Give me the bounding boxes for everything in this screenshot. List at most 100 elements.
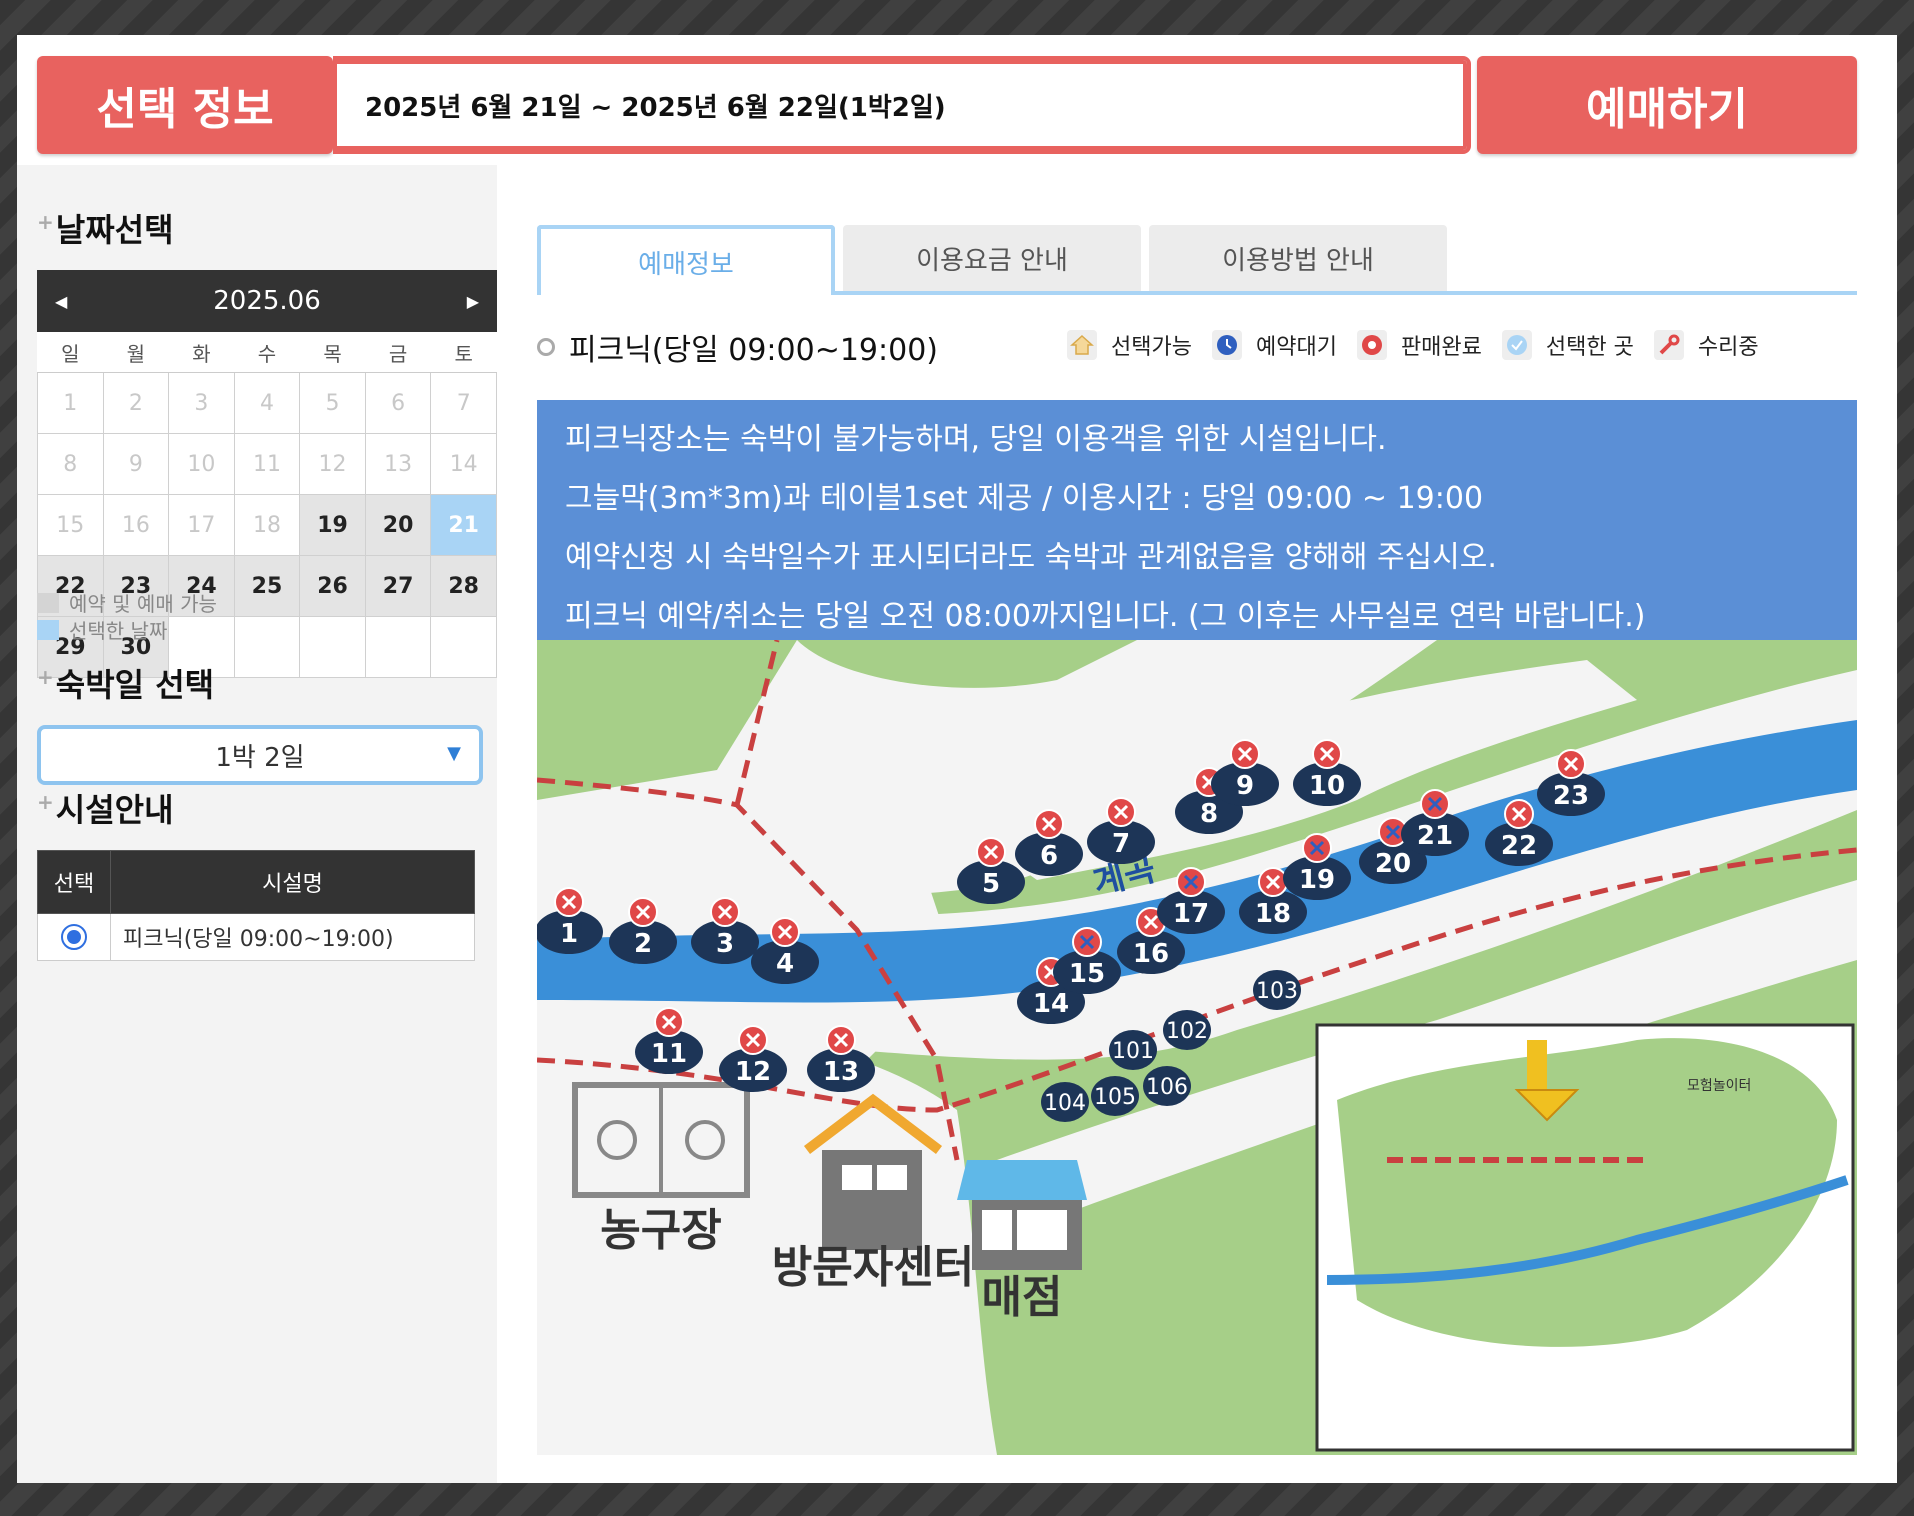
legend-selected-status: 선택한 곳 xyxy=(1501,329,1634,361)
calendar-day[interactable]: 26 xyxy=(299,555,366,617)
facility-col-name: 시설명 xyxy=(110,850,475,914)
legend-waiting-status: 예약대기 xyxy=(1211,329,1337,361)
wrench-icon xyxy=(1653,330,1684,360)
status-legend: 선택가능 예약대기 판매완료 선택한 곳 수리중 xyxy=(1067,329,1779,361)
site-number: 6 xyxy=(1040,841,1058,871)
calendar-day[interactable]: 28 xyxy=(430,555,497,617)
calendar-day: 2 xyxy=(102,372,170,434)
site-number: 2 xyxy=(634,929,652,959)
nights-select[interactable]: 1박 2일 ▼ xyxy=(37,725,483,785)
site-number: 18 xyxy=(1255,899,1291,929)
svg-text:106: 106 xyxy=(1146,1075,1188,1100)
calendar-day: 17 xyxy=(168,494,235,556)
tab-fee-guide[interactable]: 이용요금 안내 xyxy=(843,225,1141,291)
legend-available: 예약 및 예매 가능 xyxy=(37,588,217,617)
facility-radio[interactable] xyxy=(61,924,87,950)
svg-text:102: 102 xyxy=(1166,1019,1208,1044)
site-number: 22 xyxy=(1501,831,1537,861)
site-number: 10 xyxy=(1309,771,1345,801)
site-number: 15 xyxy=(1069,959,1105,989)
calendar-day: 10 xyxy=(168,433,235,495)
weekday-header: 토 xyxy=(430,332,497,373)
site-number: 3 xyxy=(716,929,734,959)
facility-name: 피크닉(당일 09:00~19:00) xyxy=(110,913,475,961)
calendar-day: 18 xyxy=(233,494,301,556)
clock-icon xyxy=(1211,330,1242,360)
svg-text:모험놀이터: 모험놀이터 xyxy=(1687,1078,1751,1094)
picnic-site-23[interactable]: 23 xyxy=(1537,749,1605,816)
nights-section-title: +숙박일 선택 xyxy=(37,665,215,704)
legend-repair-status: 수리중 xyxy=(1653,329,1759,361)
calendar-day: 16 xyxy=(102,494,170,556)
site-number: 8 xyxy=(1200,799,1218,829)
calendar-day: 12 xyxy=(299,433,366,495)
site-number: 14 xyxy=(1033,989,1069,1019)
notice-line: 예약신청 시 숙박일수가 표시되더라도 숙박과 관계없음을 양해해 주십시오. xyxy=(565,540,1497,575)
tab-usage-guide[interactable]: 이용방법 안내 xyxy=(1149,225,1447,291)
facility-col-select: 선택 xyxy=(37,850,111,914)
calendar-day: 13 xyxy=(364,433,432,495)
selection-info-label: 선택 정보 xyxy=(37,56,333,154)
weekday-header: 금 xyxy=(365,332,431,373)
inset-map: 모험놀이터 xyxy=(1315,1023,1855,1452)
prev-month-icon[interactable]: ◀ xyxy=(55,292,67,311)
svg-text:농구장: 농구장 xyxy=(600,1205,721,1256)
legend-available-swatch xyxy=(37,592,59,613)
site-number: 23 xyxy=(1553,781,1589,811)
site-number: 4 xyxy=(776,949,794,979)
calendar-day: 1 xyxy=(37,372,104,434)
calendar-day: 4 xyxy=(233,372,301,434)
site-number: 13 xyxy=(823,1057,859,1087)
site-map: 계곡 농구장 방문자센터 매점 모험놀이터 1 2 3 4 5 6 7 8 9 … xyxy=(537,640,1857,1455)
book-button[interactable]: 예매하기 xyxy=(1477,56,1857,154)
calendar-empty-cell xyxy=(299,616,366,678)
facility-section-title: +시설안내 xyxy=(37,790,174,829)
facility-table: 선택 시설명 피크닉(당일 09:00~19:00) xyxy=(37,850,475,961)
house-icon xyxy=(1067,330,1097,360)
tab-booking-info[interactable]: 예매정보 xyxy=(537,225,835,295)
calendar-empty-cell xyxy=(233,616,301,678)
calendar-day: 3 xyxy=(168,372,235,434)
calendar-day: 5 xyxy=(299,372,366,434)
dropdown-arrow-icon: ▼ xyxy=(447,743,461,764)
calendar-empty-cell xyxy=(430,616,497,678)
calendar-day[interactable]: 25 xyxy=(233,555,301,617)
svg-text:101: 101 xyxy=(1112,1039,1154,1064)
svg-text:105: 105 xyxy=(1094,1085,1136,1110)
notice-line: 피크닉장소는 숙박이 불가능하며, 당일 이용객을 위한 시설입니다. xyxy=(565,422,1387,457)
svg-text:매점: 매점 xyxy=(982,1272,1063,1323)
picnic-site-19[interactable]: 19 xyxy=(1283,833,1351,900)
notice-line: 그늘막(3m*3m)과 테이블1set 제공 / 이용시간 : 당일 09:00… xyxy=(565,481,1484,516)
site-number: 1 xyxy=(560,919,578,949)
weekday-header: 일 xyxy=(37,332,104,373)
site-104: 104 xyxy=(1041,1082,1089,1122)
calendar-day: 14 xyxy=(430,433,497,495)
legend-available-status: 선택가능 xyxy=(1067,329,1192,361)
weekday-header: 목 xyxy=(299,332,366,373)
table-row[interactable]: 피크닉(당일 09:00~19:00) xyxy=(37,913,475,961)
check-icon xyxy=(1501,330,1532,360)
calendar-day[interactable]: 27 xyxy=(364,555,432,617)
weekday-header: 월 xyxy=(103,332,169,373)
next-month-icon[interactable]: ▶ xyxy=(467,292,479,311)
calendar-day[interactable]: 20 xyxy=(364,494,432,556)
tab-bar: 예매정보 이용요금 안내 이용방법 안내 xyxy=(537,225,1857,295)
site-106: 106 xyxy=(1143,1066,1191,1106)
calendar-day: 9 xyxy=(102,433,170,495)
bullet-icon xyxy=(537,338,555,356)
weekday-header: 화 xyxy=(168,332,235,373)
calendar-day[interactable]: 19 xyxy=(299,494,366,556)
calendar-month: 2025.06 xyxy=(213,286,321,316)
legend-selected-swatch xyxy=(37,619,59,640)
reservation-panel: 선택 정보 2025년 6월 21일 ~ 2025년 6월 22일(1박2일) … xyxy=(17,35,1897,1483)
calendar-day[interactable]: 21 xyxy=(430,494,497,556)
site-number: 11 xyxy=(651,1039,687,1069)
grass-area xyxy=(797,640,1137,688)
soldout-icon xyxy=(1356,330,1387,360)
site-number: 21 xyxy=(1417,821,1453,851)
calendar-empty-cell xyxy=(364,616,432,678)
calendar-day: 11 xyxy=(233,433,301,495)
legend-soldout-status: 판매완료 xyxy=(1356,329,1482,361)
calendar-day: 7 xyxy=(430,372,497,434)
section-title: 피크닉(당일 09:00~19:00) xyxy=(537,325,938,369)
